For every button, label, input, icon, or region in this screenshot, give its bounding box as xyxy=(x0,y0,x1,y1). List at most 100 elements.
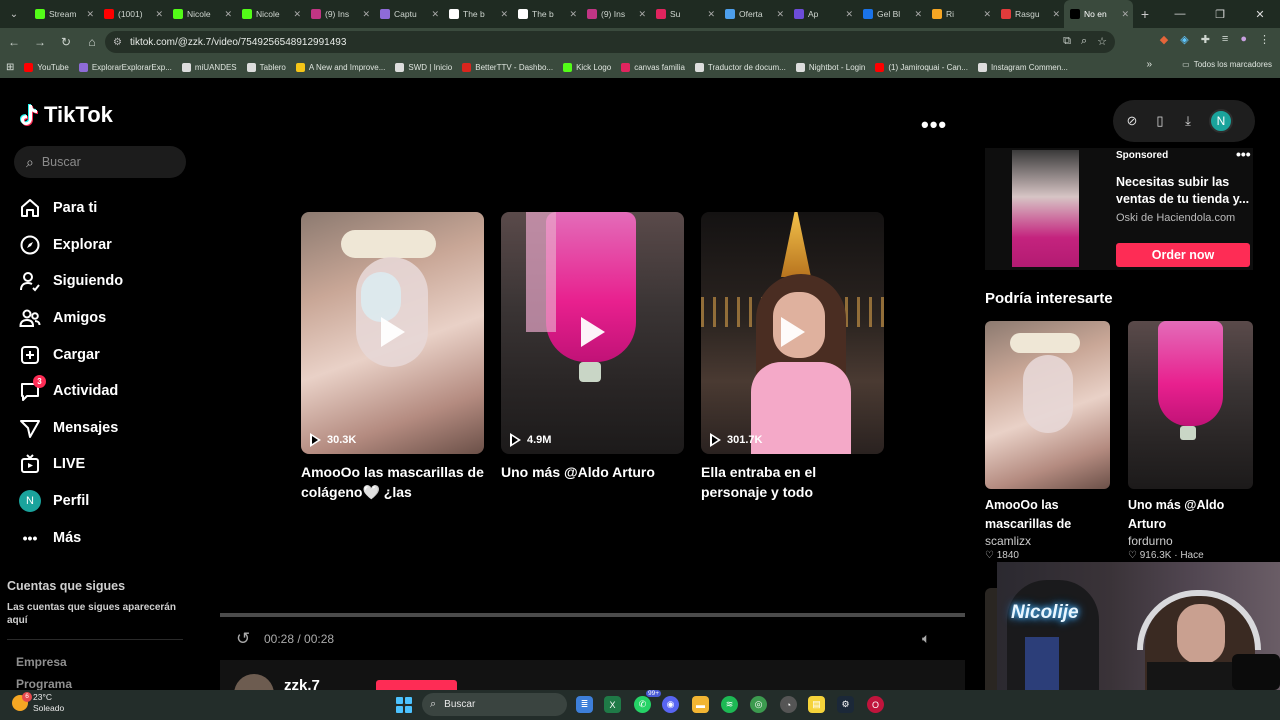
tab-search-icon[interactable]: ⌄ xyxy=(3,3,25,25)
browser-tab[interactable]: Ri ✕ xyxy=(926,0,995,28)
obs-icon[interactable]: ◔ xyxy=(780,696,797,713)
suggested-video-card-partial[interactable] xyxy=(985,588,997,690)
minimize-icon[interactable]: — xyxy=(1160,0,1200,28)
chrome-icon[interactable]: ◎ xyxy=(750,696,767,713)
tab-close-icon[interactable]: ✕ xyxy=(776,9,784,20)
tab-close-icon[interactable]: ✕ xyxy=(707,9,715,20)
spotify-icon[interactable]: ≋ xyxy=(721,696,738,713)
sidebar-item-explorar[interactable]: Explorar xyxy=(18,227,123,264)
bookmark-item[interactable]: BetterTTV - Dashbo... xyxy=(462,62,553,72)
whatsapp-icon[interactable]: ✆ 99+ xyxy=(634,690,661,713)
bookmark-item[interactable]: Nightbot - Login xyxy=(795,62,865,72)
zoom-icon[interactable]: ⌕ xyxy=(1081,35,1087,48)
sidebar-item-para-ti[interactable]: Para ti xyxy=(18,190,123,227)
browser-tab[interactable]: Gel Bl ✕ xyxy=(857,0,926,28)
suggested-thumbnail[interactable] xyxy=(985,321,1110,489)
profile-avatar[interactable]: N xyxy=(1209,109,1233,133)
tab-close-icon[interactable]: ✕ xyxy=(293,9,301,20)
more-options-button[interactable]: ••• xyxy=(921,112,947,138)
grid-video-card[interactable]: 4.9M Uno más @Aldo Arturo xyxy=(501,212,684,502)
browser-tab[interactable]: The b ✕ xyxy=(443,0,512,28)
weather-widget[interactable]: 6 23°C Soleado xyxy=(12,692,64,714)
order-now-button[interactable]: Order now xyxy=(1116,243,1250,267)
close-window-icon[interactable]: ✕ xyxy=(1240,0,1280,28)
discord-icon[interactable]: ◉ xyxy=(662,696,679,713)
address-bar[interactable]: ⚙ tiktok.com/@zzk.7/video/75492565489129… xyxy=(105,31,1115,53)
maximize-icon[interactable]: ❐ xyxy=(1200,0,1240,28)
sidebar-item-mensajes[interactable]: Mensajes xyxy=(18,410,123,447)
new-tab-button[interactable]: + xyxy=(1133,6,1157,22)
browser-tab[interactable]: (9) Ins ✕ xyxy=(581,0,650,28)
sidebar-item-cargar[interactable]: Cargar xyxy=(18,336,123,373)
extension-translate-icon[interactable]: ◈ xyxy=(1180,33,1188,46)
browser-tab[interactable]: No en ✕ xyxy=(1064,0,1133,28)
tab-close-icon[interactable]: ✕ xyxy=(914,9,922,20)
download-icon[interactable]: ⤓ xyxy=(1181,113,1195,129)
forward-icon[interactable]: → xyxy=(28,30,52,54)
browser-tab[interactable]: The b ✕ xyxy=(512,0,581,28)
apps-grid-icon[interactable]: ⊞ xyxy=(6,62,14,73)
sidebar-item-live[interactable]: LIVE xyxy=(18,446,123,483)
replay-icon[interactable]: ↺ xyxy=(236,629,250,649)
tab-close-icon[interactable]: ✕ xyxy=(155,9,163,20)
footer-link-programa[interactable]: Programa xyxy=(16,677,72,691)
bookmark-item[interactable]: YouTube xyxy=(24,62,69,72)
back-icon[interactable]: ← xyxy=(2,30,26,54)
sponsored-title[interactable]: Necesitas subir las ventas de tu tienda … xyxy=(1116,174,1251,208)
browser-tab[interactable]: Captu ✕ xyxy=(374,0,443,28)
bookmark-item[interactable]: A New and Improve... xyxy=(295,62,385,72)
excel-icon[interactable]: X xyxy=(604,696,621,713)
tab-close-icon[interactable]: ✕ xyxy=(1121,9,1129,20)
browser-tab[interactable]: Su ✕ xyxy=(650,0,719,28)
browser-tab[interactable]: (9) Ins ✕ xyxy=(305,0,374,28)
browser-tab[interactable]: Nicole ✕ xyxy=(167,0,236,28)
volume-icon[interactable]: 🔈︎ xyxy=(922,630,930,647)
tab-close-icon[interactable]: ✕ xyxy=(983,9,991,20)
bookmarks-overflow-icon[interactable]: » xyxy=(1146,59,1152,70)
file-explorer-icon[interactable]: ▬ xyxy=(692,696,709,713)
reading-list-icon[interactable]: ≡ xyxy=(1222,33,1228,46)
video-caption[interactable]: AmooOo las mascarillas de colágeno🤍 ¿las… xyxy=(301,462,484,502)
reload-icon[interactable]: ↻ xyxy=(54,30,78,54)
opera-icon[interactable]: O xyxy=(867,696,884,713)
footer-link-empresa[interactable]: Empresa xyxy=(16,655,67,669)
suggested-video-card[interactable]: Uno más @Aldo Arturo fordurno ♡ 916.3K ·… xyxy=(1128,321,1253,561)
suggested-author[interactable]: fordurno xyxy=(1128,534,1253,548)
all-bookmarks-folder[interactable]: ▭ Todos los marcadores xyxy=(1182,60,1272,69)
suggested-thumbnail[interactable] xyxy=(1128,321,1253,489)
video-caption[interactable]: Ella entraba en el personaje y todo AMOR… xyxy=(701,462,884,502)
taskbar-search[interactable]: ⌕ Buscar xyxy=(422,693,567,716)
bookmark-item[interactable]: Kick Logo xyxy=(563,62,611,72)
home-icon[interactable]: ⌂ xyxy=(80,30,104,54)
bookmark-item[interactable]: Tablero xyxy=(246,62,286,72)
search-input[interactable]: ⌕ Buscar xyxy=(14,146,186,178)
sidebar-item-siguiendo[interactable]: Siguiendo xyxy=(18,263,123,300)
bookmark-item[interactable]: (1) Jamiroquai - Can... xyxy=(875,62,968,72)
suggested-video-card[interactable]: AmooOo las mascarillas de scamlizx ♡ 184… xyxy=(985,321,1110,561)
sidebar-item-perfil[interactable]: N Perfil xyxy=(18,483,123,520)
notepad-icon[interactable]: ≣ xyxy=(576,696,593,713)
video-caption[interactable]: Uno más @Aldo Arturo xyxy=(501,462,684,502)
video-thumbnail[interactable]: 4.9M xyxy=(501,212,684,454)
steam-icon[interactable]: ⚙ xyxy=(837,696,854,713)
sidebar-item-amigos[interactable]: Amigos xyxy=(18,300,123,337)
bookmark-item[interactable]: canvas familia xyxy=(621,62,685,72)
tab-close-icon[interactable]: ✕ xyxy=(86,9,94,20)
mobile-icon[interactable]: ▯ xyxy=(1153,113,1167,129)
bookmark-item[interactable]: SWD | Inicio xyxy=(395,62,452,72)
install-app-icon[interactable]: ⧉ xyxy=(1063,35,1071,48)
tab-close-icon[interactable]: ✕ xyxy=(500,9,508,20)
bookmark-item[interactable]: ExplorarExplorarExp... xyxy=(78,62,172,72)
sticky-notes-icon[interactable]: ▤ xyxy=(808,696,825,713)
bookmark-item[interactable]: Instagram Commen... xyxy=(977,62,1068,72)
tab-close-icon[interactable]: ✕ xyxy=(431,9,439,20)
browser-tab[interactable]: (1001) ✕ xyxy=(98,0,167,28)
browser-menu-icon[interactable]: ⋮ xyxy=(1259,33,1270,46)
suggested-author[interactable]: scamlizx xyxy=(985,534,1110,548)
sidebar-item-mas[interactable]: ••• Más xyxy=(18,519,123,556)
browser-tab[interactable]: Rasgu ✕ xyxy=(995,0,1064,28)
browser-tab[interactable]: Ap ✕ xyxy=(788,0,857,28)
grid-video-card[interactable]: 30.3K AmooOo las mascarillas de colágeno… xyxy=(301,212,484,502)
profile-avatar-icon[interactable]: ● xyxy=(1240,33,1247,46)
compass-icon[interactable]: ⊘ xyxy=(1125,113,1139,129)
